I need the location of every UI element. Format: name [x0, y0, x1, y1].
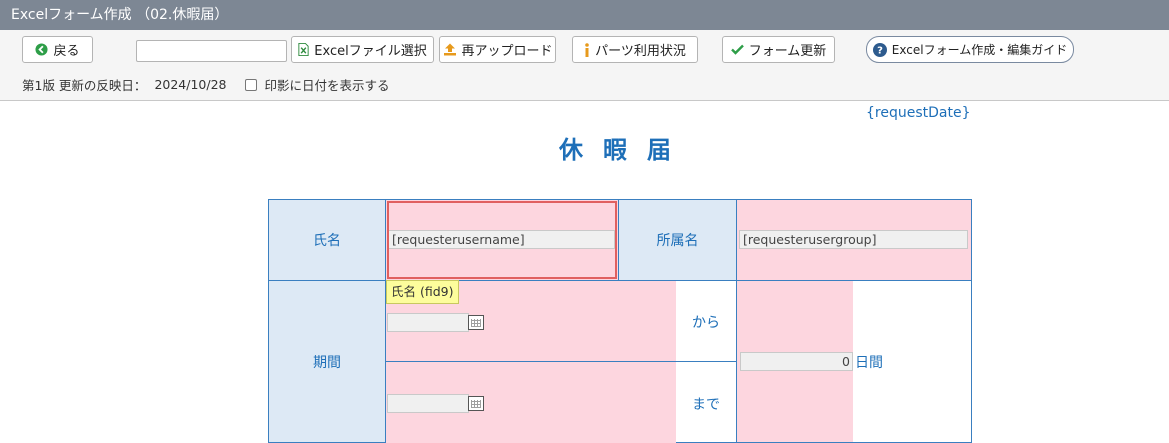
excel-file-icon [298, 43, 309, 56]
days-unit: 日間 [855, 355, 883, 371]
version-text: 第1版 更新の反映日： [22, 78, 147, 93]
excel-file-select-button[interactable]: Excelファイル選択 [291, 36, 434, 63]
selected-cell-outline [387, 201, 617, 279]
stamp-date-checkbox[interactable] [245, 78, 258, 91]
group-label: 所属名 [656, 233, 699, 249]
name-label: 氏名 [313, 233, 341, 249]
period-label: 期間 [313, 354, 341, 371]
period-divider [386, 361, 736, 362]
start-date-input[interactable] [387, 313, 469, 332]
field-tooltip: 氏名 (fid9) [386, 280, 459, 304]
window-title-bar: Excelフォーム作成 （02.休暇届） [0, 0, 1169, 30]
group-label-cell[interactable]: 所属名 [618, 199, 737, 281]
document-title: 休暇届 [559, 136, 691, 164]
update-date: 2024/10/28 [154, 77, 227, 92]
calendar-icon[interactable] [468, 315, 484, 330]
guide-button[interactable]: ? Excelフォーム作成・編集ガイド [866, 36, 1074, 63]
question-circle-icon: ? [872, 42, 887, 57]
svg-text:?: ? [877, 45, 883, 56]
version-info: 第1版 更新の反映日： 2024/10/28 印影に日付を表示する [22, 75, 390, 94]
period-label-cell[interactable]: 期間 [268, 280, 386, 443]
requester-usergroup-field[interactable]: [requesterusergroup] [739, 230, 968, 249]
request-date-placeholder[interactable]: {requestDate} [866, 105, 971, 121]
info-icon [584, 42, 590, 57]
parts-usage-button[interactable]: パーツ利用状況 [572, 36, 698, 63]
form-update-button[interactable]: フォーム更新 [722, 36, 835, 63]
reupload-button[interactable]: 再アップロード [439, 36, 556, 63]
check-icon [730, 44, 744, 55]
window-title: Excelフォーム作成 （02.休暇届） [11, 7, 229, 23]
toolbar: 戻る Excelファイル選択 再アップロード パーツ利用状況 フォーム更新 ? … [0, 30, 1169, 101]
search-input[interactable] [136, 40, 287, 62]
calendar-icon[interactable] [468, 396, 484, 411]
back-button[interactable]: 戻る [22, 36, 93, 63]
arrow-left-circle-icon [35, 43, 49, 56]
name-label-cell[interactable]: 氏名 [268, 199, 386, 281]
to-text: まで [692, 397, 720, 413]
end-date-input[interactable] [387, 394, 469, 413]
days-count-field[interactable]: 0 [740, 352, 853, 371]
upload-icon [443, 43, 457, 56]
stamp-date-label: 印影に日付を表示する [264, 78, 390, 93]
from-text: から [692, 315, 720, 331]
